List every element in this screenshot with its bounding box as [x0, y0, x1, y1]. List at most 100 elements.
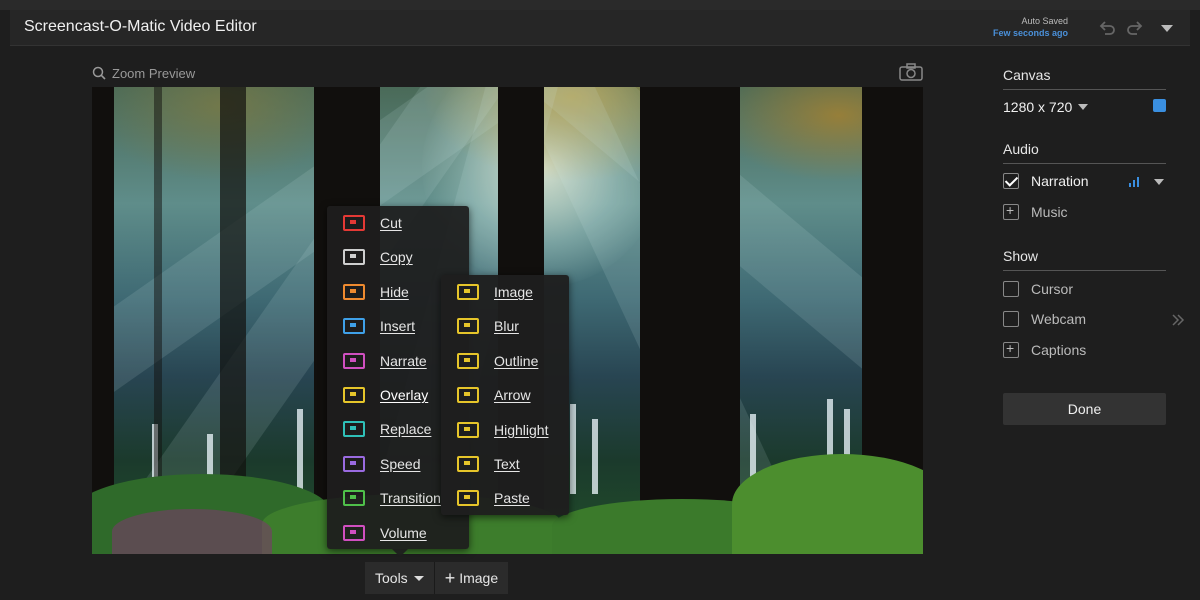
add-captions-icon[interactable] [1003, 340, 1019, 358]
highlight-icon [457, 421, 479, 438]
app-title: Screencast-O-Matic Video Editor [24, 18, 257, 35]
search-icon [92, 66, 106, 80]
add-image-button[interactable]: + Image [434, 562, 509, 594]
menu-item-label: Overlay [380, 387, 429, 403]
menu-item-label: Insert [380, 318, 416, 335]
captions-row[interactable]: Captions [1003, 340, 1087, 358]
speed-icon [343, 455, 365, 472]
autosave-label: Auto Saved [1021, 16, 1068, 26]
copy-icon [343, 249, 365, 266]
undo-icon[interactable] [1096, 17, 1118, 39]
double-chevron-right-icon[interactable] [1171, 313, 1185, 327]
menu-item-label: Cut [380, 215, 402, 231]
menu-item-cut[interactable]: Cut [327, 206, 469, 240]
menu-item-volume[interactable]: Volume [327, 516, 469, 550]
overlay-submenu: Image Blur Outline Arrow Highlight Text Paste [441, 275, 569, 515]
music-row[interactable]: Music [1003, 202, 1068, 220]
overlay-icon [343, 387, 365, 403]
menu-item-text[interactable]: Text [441, 447, 569, 481]
menu-item-label: Speed [380, 455, 421, 472]
menu-item-label: Arrow [494, 387, 531, 404]
menu-item-label: Image [494, 284, 533, 300]
menu-item-label: Volume [380, 524, 427, 541]
blur-icon [457, 318, 479, 335]
flowers [112, 509, 272, 554]
text-icon [457, 456, 479, 472]
menu-item-copy[interactable]: Copy [327, 240, 469, 274]
background-light [297, 409, 303, 494]
webcam-row[interactable]: Webcam [1003, 311, 1086, 327]
redo-icon[interactable] [1124, 17, 1146, 39]
bottom-toolbar: Tools + Image [365, 562, 509, 594]
zoom-preview-label: Zoom Preview [112, 65, 196, 81]
menu-item-label: Transition [380, 490, 441, 507]
outline-icon [457, 352, 479, 369]
narration-checkbox[interactable] [1003, 173, 1019, 189]
menu-item-label: Narrate [380, 352, 427, 369]
canvas-size-value: 1280 x 720 [1003, 99, 1073, 115]
music-label: Music [1031, 204, 1068, 220]
tree-trunk [640, 87, 740, 554]
show-heading: Show [1003, 248, 1166, 271]
menu-item-label: Highlight [494, 421, 549, 438]
captions-label: Captions [1031, 342, 1087, 358]
app-window: Screencast-O-Matic Video Editor Auto Sav… [0, 0, 1200, 600]
tools-label: Tools [375, 570, 408, 586]
add-music-icon[interactable] [1003, 202, 1019, 220]
side-panel: Canvas 1280 x 720 Audio Narration Music … [988, 47, 1188, 600]
camera-icon[interactable] [898, 62, 924, 82]
webcam-checkbox[interactable] [1003, 311, 1019, 327]
menu-item-blur[interactable]: Blur [441, 309, 569, 343]
menu-item-label: Hide [380, 283, 409, 300]
menu-item-label: Blur [494, 318, 519, 335]
replace-icon [343, 421, 365, 438]
title-bar: Screencast-O-Matic Video Editor Auto Sav… [10, 10, 1190, 46]
menu-pointer [392, 549, 408, 557]
menu-item-label: Replace [380, 421, 432, 438]
cursor-label: Cursor [1031, 281, 1074, 297]
caret-down-icon [1078, 104, 1089, 110]
cursor-checkbox[interactable] [1003, 281, 1019, 297]
add-image-label: Image [459, 570, 499, 586]
insert-icon [343, 318, 365, 335]
narrate-icon [343, 352, 365, 369]
menu-item-paste[interactable]: Paste [441, 481, 569, 515]
menu-item-label: Outline [494, 352, 539, 369]
audio-level-icon[interactable] [1128, 176, 1140, 188]
menu-item-highlight[interactable]: Highlight [441, 413, 569, 447]
canvas-color-swatch[interactable] [1153, 99, 1166, 112]
narration-row[interactable]: Narration [1003, 173, 1089, 189]
cursor-row[interactable]: Cursor [1003, 281, 1073, 297]
autosave-time: Few seconds ago [992, 28, 1068, 38]
background-light [592, 419, 598, 494]
image-icon [457, 284, 479, 300]
hide-icon [343, 283, 365, 300]
menu-item-label: Text [494, 456, 520, 472]
done-button[interactable]: Done [1003, 393, 1166, 425]
autosave-status: Auto Saved Few seconds ago [993, 15, 1068, 39]
canvas-heading: Canvas [1003, 67, 1166, 90]
cut-icon [343, 215, 365, 231]
transition-icon [343, 490, 365, 507]
arrow-icon [457, 387, 479, 404]
menu-item-outline[interactable]: Outline [441, 344, 569, 378]
audio-heading: Audio [1003, 141, 1166, 164]
caret-down-icon [413, 575, 424, 581]
narration-label: Narration [1031, 173, 1089, 189]
webcam-label: Webcam [1031, 311, 1086, 327]
narration-options-caret-icon[interactable] [1154, 179, 1164, 185]
menu-item-image[interactable]: Image [441, 275, 569, 309]
undergrowth [732, 454, 923, 554]
background-light [570, 404, 576, 494]
tools-button[interactable]: Tools [365, 562, 435, 594]
menu-item-arrow[interactable]: Arrow [441, 378, 569, 412]
tree-trunk [92, 87, 114, 554]
zoom-preview-button[interactable]: Zoom Preview [92, 64, 195, 82]
menu-item-label: Copy [380, 249, 413, 266]
canvas-size-dropdown[interactable]: 1280 x 720 [1003, 99, 1089, 115]
chevron-down-icon[interactable] [1156, 17, 1178, 39]
volume-icon [343, 524, 365, 541]
paste-icon [457, 490, 479, 507]
plus-icon: + [444, 567, 456, 588]
window-outer-border [0, 0, 1200, 10]
